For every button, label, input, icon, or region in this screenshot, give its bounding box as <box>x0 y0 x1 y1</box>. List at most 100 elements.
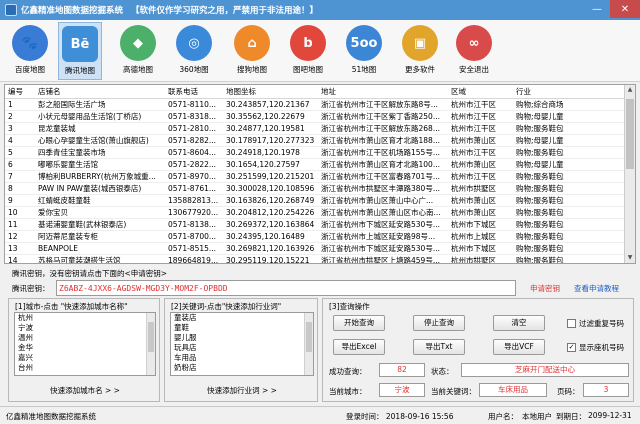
table-row[interactable]: 4 心眼心孕婴童生活馆(萧山旗舰店) 0571-8282... 30.178917,1… <box>5 134 625 147</box>
table-cell: 购物;母婴儿童 <box>513 158 625 171</box>
list-item[interactable]: 童装店 <box>171 313 313 323</box>
table-cell: 11 <box>5 218 35 231</box>
show-mobile-checkbox[interactable]: ✓ 显示座机号码 <box>567 342 624 353</box>
apply-key-link[interactable]: 申请密钥 <box>530 283 560 294</box>
table-row[interactable]: 10 爱你宝贝 130677920... 30.204812,120.254226 浙江… <box>5 206 625 219</box>
table-cell: 博柏利BURBERRY(杭州万象城重... <box>35 170 165 183</box>
export-txt-button[interactable]: 导出Txt <box>413 339 465 355</box>
table-cell: 浙江省杭州市上城区延安路98号... <box>318 230 448 243</box>
table-cell: 189664819... <box>165 254 223 263</box>
column-header[interactable]: 地址 <box>318 85 448 99</box>
grid-scroll-thumb[interactable] <box>626 99 634 169</box>
toolbar-item-7[interactable]: ▣ 更多软件 <box>398 22 442 80</box>
list-item[interactable]: 嘉兴 <box>15 353 155 363</box>
stop-query-button[interactable]: 停止查询 <box>413 315 465 331</box>
table-cell: 30.24395,120.16489 <box>223 230 318 243</box>
results-grid[interactable]: 编号 店铺名 联系电话 地图坐标 地址 区域 行业 1 彭之船国际生活广场 0571-8110.… <box>4 84 636 264</box>
list-item[interactable]: 婴儿服 <box>171 333 313 343</box>
table-cell: 杭州市江干区 <box>448 170 513 183</box>
list-item[interactable]: 台州 <box>15 363 155 373</box>
table-cell: 四季青佳宝童装市场 <box>35 146 165 159</box>
table-cell: 浙江省杭州市江干区富春路701号... <box>318 170 448 183</box>
toolbar-item-2[interactable]: ◆ 高德地图 <box>116 22 160 80</box>
column-header[interactable]: 店铺名 <box>35 85 165 99</box>
table-row[interactable]: 8 PAW IN PAW童装(城西银泰店) 0571-8761... 30.30002… <box>5 182 625 195</box>
column-header[interactable]: 区域 <box>448 85 513 99</box>
list-item[interactable]: 温州 <box>15 333 155 343</box>
start-query-button[interactable]: 开始查询 <box>333 315 385 331</box>
list-item[interactable]: 奶粉店 <box>171 363 313 373</box>
toolbar-item-label: 安全退出 <box>459 65 489 74</box>
status-bar: 亿鑫精准地图数据挖掘系统 登录时间： 2018-09-16 15:56 用户名：… <box>0 406 640 424</box>
table-cell: 购物;服务鞋包 <box>513 242 625 255</box>
table-cell: 135882813... <box>165 194 223 207</box>
table-row[interactable]: 6 嘟嘟乐婴童生活馆 0571-2822... 30.1654,120.27597 浙江… <box>5 158 625 171</box>
grid-scrollbar[interactable]: ▲ ▼ <box>624 85 635 263</box>
table-cell: PAW IN PAW童装(城西银泰店) <box>35 182 165 195</box>
table-cell: 浙江省杭州市萧山区育才北路188... <box>318 134 448 147</box>
toolbar-item-4[interactable]: ⌂ 搜狗地图 <box>230 22 274 80</box>
list-item[interactable]: 玩具店 <box>171 343 313 353</box>
close-button[interactable]: ✕ <box>610 0 640 18</box>
export-excel-button[interactable]: 导出Excel <box>333 339 385 355</box>
table-row[interactable]: 13 BEANPOLE 0571-8515... 30.269821,120.1639… <box>5 242 625 255</box>
table-row[interactable]: 7 博柏利BURBERRY(杭州万象城重... 0571-8970... 30.251… <box>5 170 625 183</box>
list-item[interactable]: 宁波 <box>15 323 155 333</box>
toolbar-item-1[interactable]: Bē 腾讯地图 <box>58 22 102 80</box>
export-vcf-button[interactable]: 导出VCF <box>493 339 545 355</box>
table-row[interactable]: 1 彭之船国际生活广场 0571-8110... 30.243857,120.2136… <box>5 98 625 111</box>
table-row[interactable]: 14 苏格马可童装潮搭生活馆 189664819... 30.295119,120.1… <box>5 254 625 263</box>
toolbar-item-0[interactable]: 🐾 百度地图 <box>8 22 52 80</box>
add-keyword-button[interactable]: 快速添加行业词 > > <box>170 383 314 398</box>
table-cell: 杭州市下城区 <box>448 218 513 231</box>
keyword-list[interactable]: 童装店 童鞋 婴儿服 玩具店 车用品 奶粉店 <box>170 312 314 376</box>
table-cell: 9 <box>5 194 35 207</box>
filter-dup-label: 过滤重复号码 <box>579 319 624 328</box>
column-header[interactable]: 联系电话 <box>165 85 223 99</box>
clear-button[interactable]: 清空 <box>493 315 545 331</box>
tuba-map-icon: b <box>290 25 326 61</box>
table-cell: 3 <box>5 122 35 135</box>
list-item[interactable]: 金华 <box>15 343 155 353</box>
minimize-button[interactable]: — <box>584 0 610 18</box>
scroll-down-icon[interactable]: ▼ <box>625 253 635 263</box>
toolbar-item-6[interactable]: 5oo 51地图 <box>342 22 386 80</box>
table-cell: 浙江省杭州市拱墅区上塘路459号... <box>318 254 448 263</box>
table-row[interactable]: 5 四季青佳宝童装市场 0571-8604... 30.24918,120.1978 浙… <box>5 146 625 159</box>
add-city-button[interactable]: 快速添加城市名 > > <box>14 383 156 398</box>
keyword-list-scrollbar[interactable] <box>304 313 313 375</box>
table-cell: 0571-8700... <box>165 230 223 243</box>
table-row[interactable]: 2 小状元母婴用品生活馆(丁桥店) 0571-8318... 30.35562,120… <box>5 110 625 123</box>
scroll-up-icon[interactable]: ▲ <box>625 85 635 95</box>
toolbar-item-label: 51地图 <box>351 65 377 74</box>
column-header[interactable]: 行业 <box>513 85 625 99</box>
filter-dup-checkbox[interactable]: 过滤重复号码 <box>567 318 624 329</box>
list-item[interactable]: 杭州 <box>15 313 155 323</box>
ops-panel-title: [3]查询操作 <box>329 302 370 311</box>
column-header[interactable]: 编号 <box>5 85 35 99</box>
tutorial-link[interactable]: 查看申请教程 <box>574 283 619 294</box>
checkmark-icon[interactable]: ✓ <box>567 343 576 352</box>
toolbar-item-3[interactable]: ◎ 360地图 <box>172 22 216 80</box>
map-toolbar: 🐾 百度地图 Bē 腾讯地图 ◆ 高德地图 ◎ 360地图 ⌂ 搜狗地图 b 图吧地图 5oo 51地图 ▣… <box>0 20 640 82</box>
city-list-scrollbar[interactable] <box>146 313 155 375</box>
table-cell: 13 <box>5 242 35 255</box>
city-list[interactable]: 杭州 宁波 温州 金华 嘉兴 台州 <box>14 312 156 376</box>
table-cell: 浙江省杭州市江干区紫丁香路250... <box>318 110 448 123</box>
list-item[interactable]: 车用品 <box>171 353 313 363</box>
ops-panel: [3]查询操作 开始查询 停止查询 清空 过滤重复号码 导出Excel 导出Tx… <box>322 298 634 402</box>
filter-dup-box[interactable] <box>567 319 576 328</box>
list-item[interactable]: 童鞋 <box>171 323 313 333</box>
table-cell: 30.24877,120.19581 <box>223 122 318 135</box>
exit-icon: ∞ <box>456 25 492 61</box>
toolbar-item-5[interactable]: b 图吧地图 <box>286 22 330 80</box>
sogou-map-icon: ⌂ <box>234 25 270 61</box>
column-header[interactable]: 地图坐标 <box>223 85 318 99</box>
key-input[interactable] <box>56 280 516 296</box>
table-row[interactable]: 12 阿迈蒂尼童装专柜 0571-8700... 30.24395,120.16489… <box>5 230 625 243</box>
table-row[interactable]: 9 红蜻蜓皮鞋童鞋 135882813... 30.163826,120.268749… <box>5 194 625 207</box>
table-row[interactable]: 3 昆龙童装城 0571-2810... 30.24877,120.19581 浙江省杭… <box>5 122 625 135</box>
current-city-label: 当前城市： <box>329 387 367 396</box>
table-row[interactable]: 11 基诺浦婴童鞋(武林银泰店) 0571-8138... 30.269372,120… <box>5 218 625 231</box>
toolbar-item-8[interactable]: ∞ 安全退出 <box>452 22 496 80</box>
